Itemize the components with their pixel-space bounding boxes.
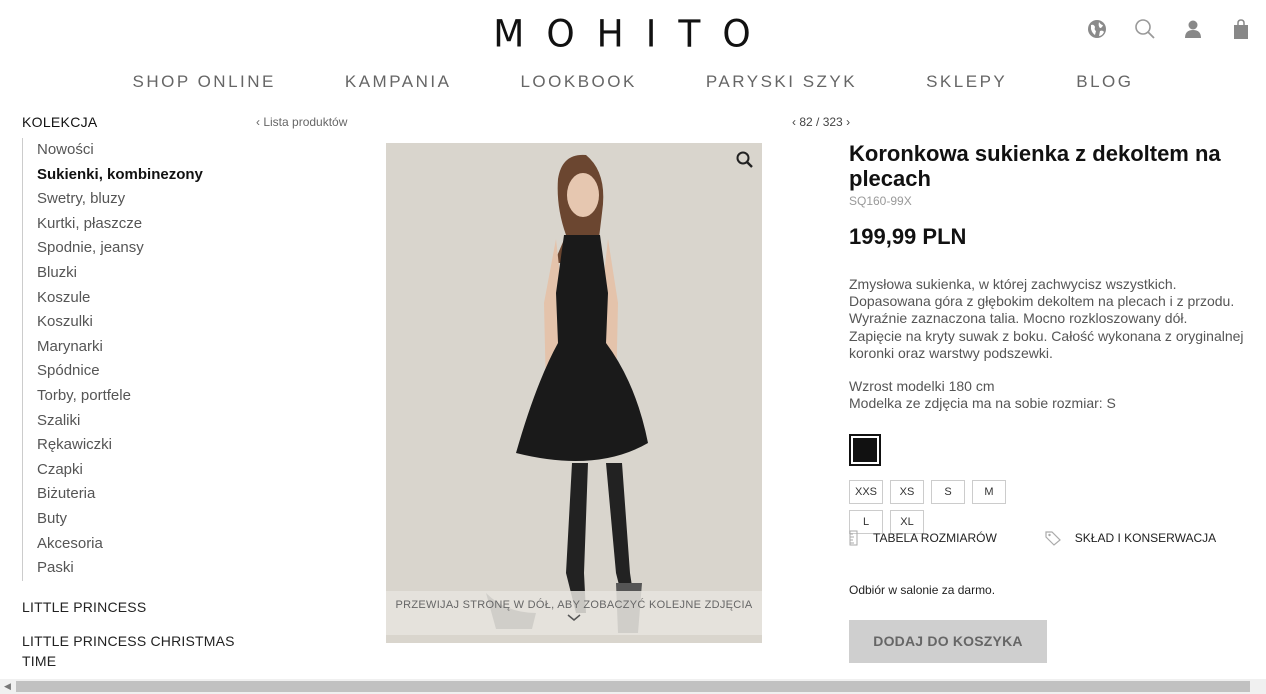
model-height: Wzrost modelki 180 cm — [849, 378, 995, 395]
product-description: Zmysłowa sukienka, w której zachwycisz w… — [849, 276, 1244, 361]
sidebar-item-bizuteria[interactable]: Biżuteria — [37, 482, 242, 507]
product-photo[interactable]: PRZEWIJAJ STRONĘ W DÓŁ, ABY ZOBACZYĆ KOL… — [386, 143, 762, 643]
size-m-button[interactable]: M — [972, 480, 1006, 505]
horizontal-scrollbar[interactable]: ◀ — [0, 679, 1266, 694]
sidebar-item-paski[interactable]: Paski — [37, 556, 242, 581]
nav-lookbook[interactable]: LOOKBOOK — [520, 72, 636, 92]
model-info: Wzrost modelki 180 cm Modelka ze zdjęcia… — [849, 378, 1249, 412]
bag-icon[interactable] — [1230, 18, 1252, 40]
sidebar-item-akcesoria[interactable]: Akcesoria — [37, 532, 242, 557]
sidebar-item-rekawiczki[interactable]: Rękawiczki — [37, 433, 242, 458]
product-info: Koronkowa sukienka z dekoltem na plecach… — [849, 141, 1249, 535]
nav-blog[interactable]: BLOG — [1076, 72, 1133, 92]
size-xs-button[interactable]: XS — [890, 480, 924, 505]
sidebar-item-swetry[interactable]: Swetry, bluzy — [37, 187, 242, 212]
back-link-label: Lista produktów — [263, 115, 348, 129]
size-table-link[interactable]: TABELA ROZMIARÓW — [849, 530, 997, 546]
prev-product-icon[interactable]: ‹ — [792, 115, 796, 129]
pager-count: 82 / 323 — [799, 115, 843, 129]
chevron-down-icon — [386, 613, 762, 625]
composition-label: SKŁAD I KONSERWACJA — [1074, 531, 1217, 545]
sidebar-item-kurtki[interactable]: Kurtki, płaszcze — [37, 212, 242, 237]
size-s-button[interactable]: S — [931, 480, 965, 505]
pickup-info: Odbiór w salonie za darmo. — [849, 583, 996, 597]
product-links: TABELA ROZMIARÓW SKŁAD I KONSERWACJA — [849, 530, 1216, 546]
sidebar-item-little-princess-christmas[interactable]: LITTLE PRINCESS CHRISTMAS TIME — [22, 631, 242, 671]
nav-paryski-szyk[interactable]: PARYSKI SZYK — [706, 72, 857, 92]
category-list: Nowości Sukienki, kombinezony Swetry, bl… — [22, 138, 242, 581]
main-nav: SHOP ONLINE KAMPANIA LOOKBOOK PARYSKI SZ… — [0, 72, 1266, 92]
sidebar-item-marynarki[interactable]: Marynarki — [37, 335, 242, 360]
scroll-hint: PRZEWIJAJ STRONĘ W DÓŁ, ABY ZOBACZYĆ KOL… — [386, 591, 762, 635]
sidebar-item-spodnie[interactable]: Spodnie, jeansy — [37, 236, 242, 261]
nav-sklepy[interactable]: SKLEPY — [926, 72, 1007, 92]
model-size: Modelka ze zdjęcia ma na sobie rozmiar: … — [849, 395, 1116, 412]
scrollbar-thumb[interactable] — [16, 681, 1250, 692]
product-sku: SQ160-99X — [849, 194, 912, 208]
brand-logo[interactable]: MOHITO — [0, 13, 1266, 56]
nav-kampania[interactable]: KAMPANIA — [345, 72, 452, 92]
sidebar-item-buty[interactable]: Buty — [37, 507, 242, 532]
sidebar-item-torby[interactable]: Torby, portfele — [37, 384, 242, 409]
globe-icon[interactable] — [1086, 18, 1108, 40]
sidebar-heading[interactable]: KOLEKCJA — [22, 114, 242, 130]
back-to-list-link[interactable]: ‹ Lista produktów — [256, 115, 347, 129]
scroll-hint-text: PRZEWIJAJ STRONĘ W DÓŁ, ABY ZOBACZYĆ KOL… — [395, 599, 753, 611]
nav-shop-online[interactable]: SHOP ONLINE — [132, 72, 275, 92]
product-pager: ‹ 82 / 323 › — [792, 115, 850, 129]
sidebar-item-czapki[interactable]: Czapki — [37, 458, 242, 483]
sidebar-item-koszule[interactable]: Koszule — [37, 286, 242, 311]
user-icon[interactable] — [1182, 18, 1204, 40]
size-selector: XXS XS S M L XL — [849, 480, 1019, 535]
size-table-label: TABELA ROZMIARÓW — [873, 531, 997, 545]
sidebar-item-szaliki[interactable]: Szaliki — [37, 409, 242, 434]
color-swatch[interactable] — [849, 434, 881, 467]
sidebar-item-little-princess[interactable]: LITTLE PRINCESS — [22, 597, 242, 617]
sidebar-item-spodnice[interactable]: Spódnice — [37, 359, 242, 384]
category-sidebar: KOLEKCJA Nowości Sukienki, kombinezony S… — [22, 114, 242, 671]
product-price: 199,99 PLN — [849, 224, 967, 249]
header-icons — [1086, 18, 1252, 40]
sidebar-item-nowosci[interactable]: Nowości — [37, 138, 242, 163]
sidebar-item-sukienki[interactable]: Sukienki, kombinezony — [37, 163, 242, 188]
tag-icon — [1045, 531, 1061, 546]
ruler-icon — [849, 530, 858, 546]
model-image — [386, 143, 762, 643]
chevron-left-icon: ‹ — [256, 115, 260, 129]
sidebar-item-bluzki[interactable]: Bluzki — [37, 261, 242, 286]
color-swatch-fill — [853, 438, 877, 463]
zoom-icon[interactable] — [736, 151, 754, 169]
next-product-icon[interactable]: › — [846, 115, 850, 129]
size-xxs-button[interactable]: XXS — [849, 480, 883, 505]
composition-link[interactable]: SKŁAD I KONSERWACJA — [1045, 530, 1216, 546]
scroll-left-icon[interactable]: ◀ — [4, 681, 11, 692]
sidebar-item-koszulki[interactable]: Koszulki — [37, 310, 242, 335]
search-icon[interactable] — [1134, 18, 1156, 40]
product-title: Koronkowa sukienka z dekoltem na plecach — [849, 141, 1221, 191]
add-to-cart-button[interactable]: DODAJ DO KOSZYKA — [849, 620, 1047, 663]
